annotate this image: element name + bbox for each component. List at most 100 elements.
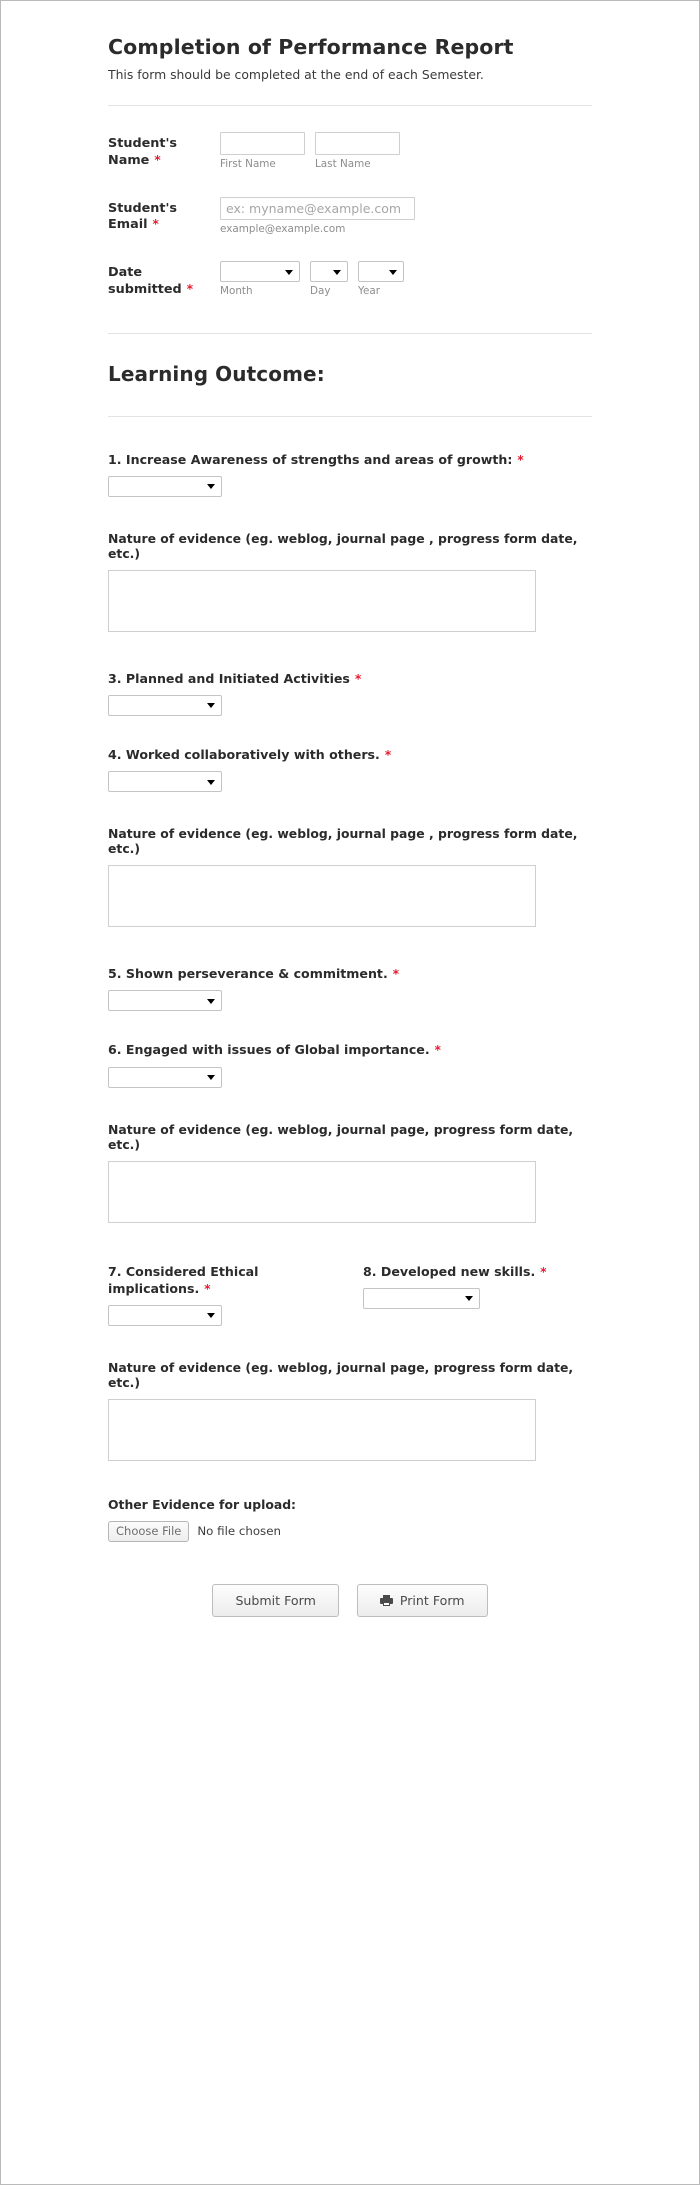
file-status-text: No file chosen — [197, 1524, 281, 1539]
chevron-down-icon — [207, 998, 215, 1004]
first-name-column: First Name — [220, 132, 305, 170]
required-asterisk: * — [204, 1281, 211, 1296]
upload-label: Other Evidence for upload: — [108, 1496, 297, 1512]
year-select[interactable] — [358, 261, 404, 283]
print-form-button[interactable]: Print Form — [356, 1584, 488, 1618]
chevron-down-icon — [207, 703, 215, 709]
printer-icon — [379, 1595, 393, 1607]
section-divider-bottom — [108, 415, 592, 417]
chevron-down-icon — [207, 779, 215, 785]
evidence-label-2: Nature of evidence (eg. weblog, journal … — [108, 826, 578, 857]
day-select[interactable] — [310, 261, 348, 283]
evidence-textarea-2[interactable] — [108, 865, 536, 928]
evidence-textarea-4[interactable] — [108, 1398, 536, 1461]
upload-block: Other Evidence for upload: Choose File N… — [100, 1496, 600, 1543]
question-select-q4[interactable] — [108, 771, 222, 793]
question-label-q1: 1. Increase Awareness of strengths and a… — [108, 451, 600, 468]
student-name-row: Student's Name * First Name Last Name — [100, 132, 600, 170]
required-asterisk: * — [152, 217, 159, 232]
question-select-q3[interactable] — [108, 694, 222, 716]
question-select-q1[interactable] — [108, 475, 222, 497]
evidence-label-1: Nature of evidence (eg. weblog, journal … — [108, 530, 578, 561]
question-label-q3: 3. Planned and Initiated Activities * — [108, 670, 600, 687]
required-asterisk: * — [154, 152, 161, 167]
day-column: Day — [310, 261, 348, 297]
chevron-down-icon — [333, 269, 341, 275]
month-select[interactable] — [220, 261, 300, 283]
last-name-column: Last Name — [315, 132, 400, 170]
question-select-q7[interactable] — [108, 1304, 222, 1326]
question-label-q4: 4. Worked collaboratively with others. * — [108, 746, 600, 763]
chevron-down-icon — [207, 484, 215, 490]
evidence-textarea-1[interactable] — [108, 569, 536, 632]
question-label-q6: 6. Engaged with issues of Global importa… — [108, 1041, 600, 1058]
header-divider — [108, 105, 592, 107]
question-text-q1: 1. Increase Awareness of strengths and a… — [108, 451, 513, 467]
student-email-label: Student's Email * — [108, 197, 220, 234]
page-subtitle: This form should be completed at the end… — [108, 66, 484, 82]
student-email-label-text: Student's Email — [108, 200, 178, 233]
date-submitted-row: Date submitted * Month Day Year — [100, 261, 600, 298]
date-submitted-label-text: Date submitted — [108, 265, 182, 297]
student-name-controls: First Name Last Name — [220, 132, 600, 170]
question-label-q8: 8. Developed new skills. * — [363, 1263, 600, 1280]
question-text-q4: 4. Worked collaboratively with others. — [108, 746, 380, 762]
question-column-q7: 7. Considered Ethical implications. * — [108, 1263, 363, 1326]
required-asterisk: * — [392, 967, 400, 982]
section-heading-text: Learning Outcome — [108, 361, 317, 386]
required-asterisk: * — [540, 1264, 547, 1279]
form-container: Completion of Performance Report This fo… — [100, 1, 600, 1618]
question-text-q3: 3. Planned and Initiated Activities — [108, 670, 350, 686]
required-asterisk: * — [354, 671, 362, 686]
required-asterisk: * — [517, 452, 524, 467]
print-form-label: Print Form — [399, 1593, 465, 1609]
required-asterisk: * — [186, 281, 193, 296]
last-name-sublabel: Last Name — [315, 158, 371, 171]
evidence-label-3: Nature of evidence (eg. weblog, journal … — [108, 1121, 574, 1152]
submit-form-label: Submit Form — [235, 1593, 316, 1609]
evidence-textarea-3[interactable] — [108, 1160, 536, 1223]
year-column: Year — [358, 261, 404, 297]
question-text-q6: 6. Engaged with issues of Global importa… — [108, 1042, 430, 1058]
student-email-row: Student's Email* example@example.com — [100, 196, 600, 235]
chevron-down-icon — [207, 1313, 215, 1319]
submit-form-button[interactable]: Submit Form — [212, 1584, 339, 1618]
date-submitted-label: Date submitted * — [108, 261, 220, 298]
required-asterisk: * — [434, 1043, 441, 1058]
form-page: Completion of Performance Report This fo… — [0, 0, 700, 2185]
question-block-q1: 1. Increase Awareness of strengths and a… — [100, 451, 600, 497]
file-input-row: Choose File No file chosen — [108, 1520, 600, 1543]
question-select-q6[interactable] — [108, 1066, 222, 1088]
date-select-group: Month Day Year — [220, 261, 600, 297]
required-asterisk: * — [384, 747, 392, 762]
chevron-down-icon — [207, 1075, 215, 1081]
chevron-down-icon — [389, 269, 397, 275]
question-select-q8[interactable] — [363, 1287, 480, 1309]
evidence-block-2: Nature of evidence (eg. weblog, journal … — [100, 826, 600, 928]
choose-file-button[interactable]: Choose File — [108, 1520, 190, 1543]
student-email-sublabel: example@example.com — [220, 222, 346, 235]
evidence-label-4: Nature of evidence (eg. weblog, journal … — [108, 1359, 574, 1390]
question-text-q8: 8. Developed new skills. — [363, 1263, 536, 1279]
evidence-block-3: Nature of evidence (eg. weblog, journal … — [100, 1122, 600, 1223]
month-column: Month — [220, 261, 300, 297]
last-name-input[interactable] — [315, 132, 400, 156]
question-text-q7: 7. Considered Ethical implications. — [108, 1263, 259, 1296]
student-email-input[interactable] — [220, 196, 415, 220]
page-title: Completion of Performance Report — [108, 35, 514, 59]
question-select-q5[interactable] — [108, 990, 222, 1012]
question-label-q5: 5. Shown perseverance & commitment. * — [108, 965, 600, 982]
question-label-q7: 7. Considered Ethical implications. * — [108, 1263, 363, 1297]
question-block-q7-q8: 7. Considered Ethical implications. * 8. … — [100, 1263, 600, 1326]
section-heading: Learning Outcome: — [108, 362, 600, 386]
first-name-sublabel: First Name — [220, 158, 276, 171]
evidence-block-4: Nature of evidence (eg. weblog, journal … — [100, 1360, 600, 1461]
question-text-q5: 5. Shown perseverance & commitment. — [108, 966, 388, 982]
first-name-input[interactable] — [220, 132, 305, 156]
section-divider-top — [108, 332, 592, 334]
name-fields-group: First Name Last Name — [220, 132, 600, 170]
footer-button-row: Submit Form Print Form — [100, 1584, 600, 1618]
date-submitted-controls: Month Day Year — [220, 261, 600, 297]
student-name-label: Student's Name * — [108, 132, 220, 169]
question-block-q6: 6. Engaged with issues of Global importa… — [100, 1041, 600, 1088]
